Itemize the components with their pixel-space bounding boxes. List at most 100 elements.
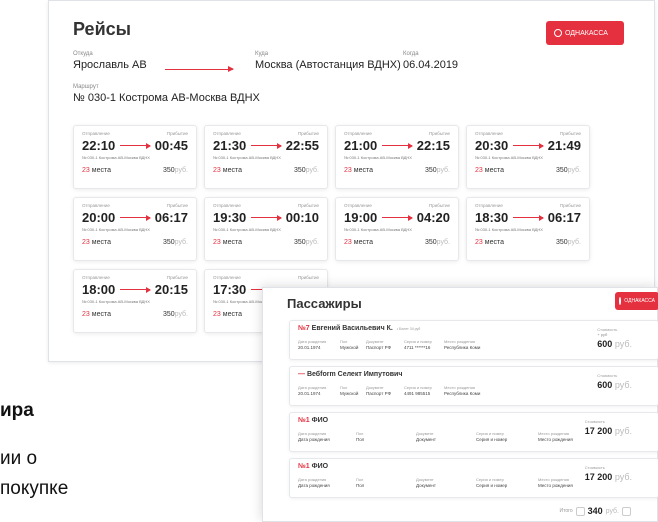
price-currency: руб. bbox=[305, 239, 319, 246]
card-header: Отправление Прибытие bbox=[344, 131, 450, 136]
brand-button-small[interactable]: ОДНАКАССА bbox=[615, 292, 658, 310]
depart-label: Отправление bbox=[82, 131, 110, 136]
card-footer: 23 места 350руб. bbox=[344, 167, 450, 174]
seats-count: 23 bbox=[82, 167, 90, 174]
flight-card[interactable]: Отправление Прибытие 21:30 22:55 № 030-1 Кос… bbox=[204, 125, 328, 189]
seats: 23 места bbox=[475, 239, 504, 246]
fragment-line-3: покупке bbox=[0, 478, 69, 499]
arrive-time: 04:20 bbox=[416, 210, 450, 225]
sex-value: Мужской bbox=[340, 345, 359, 350]
card-header: Отправление Прибытие bbox=[213, 275, 319, 280]
depart-time: 21:00 bbox=[344, 138, 378, 153]
seats-count: 23 bbox=[475, 239, 483, 246]
sex-value: Пол bbox=[356, 483, 365, 488]
cost-value-wrap: 17 200 руб. bbox=[585, 426, 632, 436]
series-value: Серия и номер bbox=[476, 483, 508, 488]
doc-label: Документ bbox=[416, 477, 434, 482]
card-header: Отправление Прибытие bbox=[475, 203, 581, 208]
card-route: № 030-1 Кострома АВ-Москва ВДНХ bbox=[475, 155, 543, 160]
arrive-label: Прибытие bbox=[559, 131, 581, 136]
arrive-label: Прибытие bbox=[428, 203, 450, 208]
seats-word: места bbox=[91, 311, 111, 318]
flight-card[interactable]: Отправление Прибытие 20:00 06:17 № 030-1 Кос… bbox=[73, 197, 197, 261]
series-col: Серия и номер 4491 985515 bbox=[404, 385, 444, 396]
seats: 23 места bbox=[344, 239, 373, 246]
depart-time: 22:10 bbox=[82, 138, 116, 153]
sex-value: Мужской bbox=[340, 391, 359, 396]
card-footer: 23 места 350руб. bbox=[82, 239, 188, 246]
arrive-time: 06:17 bbox=[547, 210, 581, 225]
flight-card[interactable]: Отправление Прибытие 21:00 22:15 № 030-1 Кос… bbox=[335, 125, 459, 189]
sex-col: Пол Пол bbox=[356, 477, 416, 488]
brand-button[interactable]: ОДНАКАССА bbox=[546, 21, 624, 45]
flight-card[interactable]: Отправление Прибытие 22:10 00:45 № 030-1 Кос… bbox=[73, 125, 197, 189]
flight-card[interactable]: Отправление Прибытие 19:00 04:20 № 030-1 Кос… bbox=[335, 197, 459, 261]
seats-word: места bbox=[484, 239, 504, 246]
brand-label: ОДНАКАССА bbox=[624, 298, 655, 304]
passenger-row[interactable]: — Вебform Селект Импутович Дата рождения 2… bbox=[289, 366, 658, 406]
price-value: 350 bbox=[293, 167, 306, 174]
sex-col: Пол Мужской bbox=[340, 385, 366, 396]
cost-label: Стоимость bbox=[584, 419, 605, 424]
sex-value: Пол bbox=[356, 437, 365, 442]
doc-value: Документ bbox=[416, 437, 436, 442]
passenger-details: Дата рождения Дата рождения Пол Пол Документ… bbox=[298, 477, 598, 488]
arrow-icon bbox=[120, 286, 151, 293]
seats-word: места bbox=[484, 167, 504, 174]
passenger-row[interactable]: №1 ФИО Дата рождения Дата рождения Пол Пол До… bbox=[289, 458, 658, 498]
price-value: 350 bbox=[424, 239, 437, 246]
depart-time: 20:00 bbox=[82, 210, 116, 225]
seats: 23 места bbox=[82, 167, 111, 174]
flight-card[interactable]: Отправление Прибытие 18:00 20:15 № 030-1 Кос… bbox=[73, 269, 197, 333]
passenger-row[interactable]: №7 Евгений Васильевич К. • Билет 34 руб Да… bbox=[289, 320, 658, 360]
route-arrow-icon bbox=[165, 66, 234, 72]
price-currency: руб. bbox=[436, 239, 450, 246]
total: Итого 340 руб. bbox=[560, 506, 631, 516]
cost-value-wrap: 600 руб. bbox=[597, 339, 632, 349]
card-times: 21:30 22:55 bbox=[213, 138, 319, 153]
cost-value: 17 200 bbox=[584, 426, 613, 436]
passenger-details: Дата рождения 20.01.1974 Пол Мужской Докумен… bbox=[298, 339, 494, 350]
price-currency: руб. bbox=[436, 167, 450, 174]
brand-label: ОДНАКАССА bbox=[565, 29, 608, 37]
arrow-icon bbox=[120, 214, 151, 221]
card-header: Отправление Прибытие bbox=[344, 203, 450, 208]
flight-card[interactable]: Отправление Прибытие 19:30 00:10 № 030-1 Кос… bbox=[204, 197, 328, 261]
birth-label: Дата рождения bbox=[298, 385, 327, 390]
flight-card[interactable]: Отправление Прибытие 20:30 21:49 № 030-1 Кос… bbox=[466, 125, 590, 189]
card-times: 19:00 04:20 bbox=[344, 210, 450, 225]
card-times: 21:00 22:15 bbox=[344, 138, 450, 153]
birth-col: Дата рождения 20.01.1974 bbox=[298, 385, 340, 396]
arrive-label: Прибытие bbox=[166, 275, 188, 280]
seats-word: места bbox=[353, 167, 373, 174]
total-checkbox-2[interactable] bbox=[622, 506, 631, 516]
card-route: № 030-1 Кострома АВ-Москва ВДНХ bbox=[82, 299, 150, 304]
route-label: Маршрут bbox=[73, 84, 99, 90]
place-value: Место рождения bbox=[538, 437, 573, 442]
card-times: 20:30 21:49 bbox=[475, 138, 581, 153]
arrow-icon bbox=[513, 214, 544, 221]
total-value: 340 bbox=[587, 506, 603, 516]
depart-time: 18:30 bbox=[475, 210, 509, 225]
seats-count: 23 bbox=[82, 239, 90, 246]
depart-label: Отправление bbox=[213, 131, 241, 136]
total-checkbox[interactable] bbox=[575, 506, 585, 516]
depart-time: 21:30 bbox=[213, 138, 247, 153]
card-times: 20:00 06:17 bbox=[82, 210, 188, 225]
flight-card[interactable]: Отправление Прибытие 18:30 06:17 № 030-1 Кос… bbox=[466, 197, 590, 261]
seats-count: 23 bbox=[82, 311, 90, 318]
card-route: № 030-1 Кострома АВ-Москва ВДНХ bbox=[82, 227, 150, 232]
price: 350руб. bbox=[294, 167, 319, 174]
passenger-row[interactable]: №1 ФИО Дата рождения Дата рождения Пол Пол До… bbox=[289, 412, 658, 452]
arrive-label: Прибытие bbox=[297, 203, 319, 208]
seats-word: места bbox=[222, 311, 242, 318]
series-label: Серия и номер bbox=[476, 477, 504, 482]
to-value: Москва (Автостанция ВДНХ) bbox=[255, 59, 401, 71]
depart-label: Отправление bbox=[475, 131, 503, 136]
arrive-time: 21:49 bbox=[547, 138, 581, 153]
card-header: Отправление Прибытие bbox=[82, 275, 188, 280]
price: 350руб. bbox=[425, 239, 450, 246]
card-footer: 23 места 350руб. bbox=[475, 167, 581, 174]
seats-word: места bbox=[91, 167, 111, 174]
passengers-panel: Пассажиры ОДНАКАССА №7 Евгений Васильеви… bbox=[262, 287, 658, 522]
